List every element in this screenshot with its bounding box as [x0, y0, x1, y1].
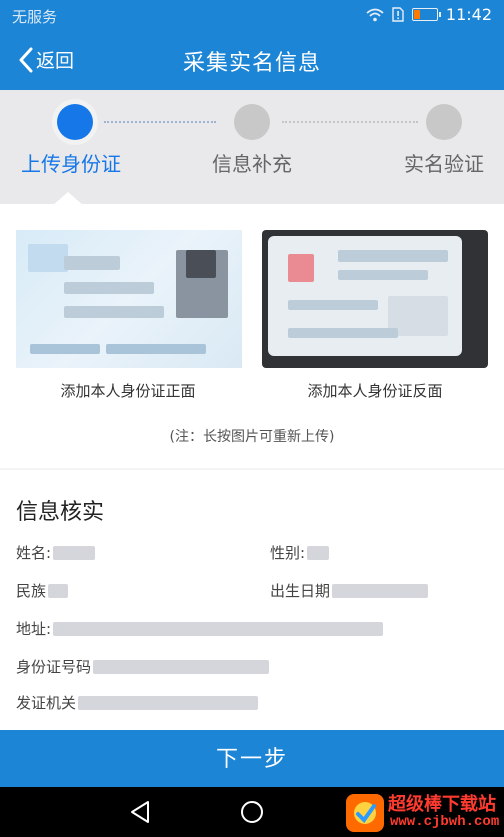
step-connector [282, 121, 418, 123]
watermark-title: 超级棒下载站 [388, 794, 496, 815]
back-triangle-icon[interactable] [128, 799, 152, 825]
id-number-field: 身份证号码 [16, 656, 270, 677]
step-3-indicator [426, 104, 462, 140]
ethnicity-value-redacted [48, 583, 69, 598]
id-upload-section: 添加本人身份证正面 添加本人身份证反面 (注：长按图片可重新上传) [0, 204, 504, 468]
ethnicity-field: 民族 [16, 580, 69, 601]
next-step-button[interactable]: 下一步 [0, 730, 504, 787]
step-2-indicator [234, 104, 270, 140]
site-watermark: 超级棒下载站 www.cjbwh.com [346, 786, 504, 837]
step-2-label: 信息补充 [212, 152, 292, 176]
step-1-indicator [57, 104, 93, 140]
status-bar: 无服务 11:42 [0, 0, 504, 32]
ethnicity-label: 民族 [16, 582, 47, 600]
section-heading: 信息核实 [16, 500, 105, 525]
step-1-label: 上传身份证 [21, 152, 121, 176]
gender-value-redacted [307, 545, 330, 560]
id-number-value-redacted [93, 659, 270, 674]
battery-icon [411, 8, 441, 21]
birth-field: 出生日期 [270, 580, 429, 601]
navigation-bar: 返回 采集实名信息 [0, 32, 504, 90]
name-label: 姓名: [16, 544, 52, 562]
address-label: 地址: [16, 620, 52, 638]
address-field: 地址: [16, 618, 384, 639]
wifi-icon [366, 8, 384, 21]
info-verification-section: 信息核实 姓名: 性别: 民族 出生日期 地址: 身份证号码 发证机关 [0, 470, 504, 730]
name-field: 姓名: [16, 542, 96, 563]
step-connector [104, 121, 216, 123]
gender-label: 性别: [270, 544, 306, 562]
authority-field: 发证机关 [16, 692, 259, 713]
address-value-redacted [53, 621, 384, 636]
home-circle-icon[interactable] [239, 799, 265, 825]
clock: 11:42 [445, 5, 492, 24]
id-back-caption: 添加本人身份证反面 [307, 382, 443, 400]
id-number-label: 身份证号码 [16, 658, 92, 676]
authority-label: 发证机关 [16, 694, 77, 712]
birth-value-redacted [332, 583, 429, 598]
birth-label: 出生日期 [270, 582, 331, 600]
id-front-image[interactable] [16, 230, 242, 368]
carrier-text: 无服务 [12, 8, 58, 26]
step-3-label: 实名验证 [404, 152, 484, 176]
authority-value-redacted [78, 695, 259, 710]
page-title: 采集实名信息 [182, 51, 321, 76]
id-back-image[interactable] [262, 230, 488, 368]
progress-steps: 上传身份证 信息补充 实名验证 [0, 90, 504, 204]
watermark-url: www.cjbwh.com [390, 814, 500, 830]
upload-note: (注：长按图片可重新上传) [169, 429, 335, 445]
name-value-redacted [53, 545, 96, 560]
gender-field: 性别: [270, 542, 330, 563]
watermark-logo-icon [346, 794, 384, 832]
sim-alert-icon [392, 7, 404, 22]
id-front-caption: 添加本人身份证正面 [60, 382, 196, 400]
